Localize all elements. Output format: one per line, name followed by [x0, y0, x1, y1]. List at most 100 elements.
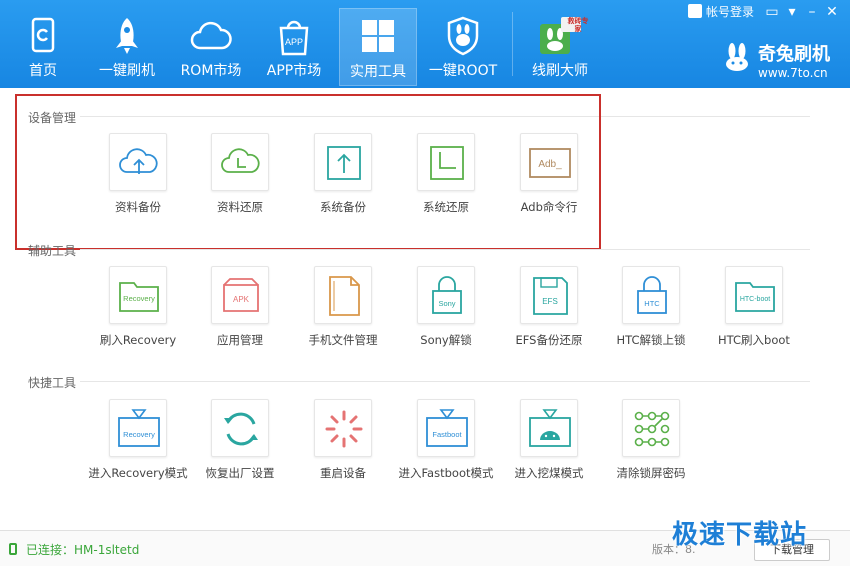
- apk-box-icon: APK: [223, 278, 259, 312]
- account-login-label: 帐号登录: [705, 5, 754, 19]
- nav-home[interactable]: 首页: [4, 8, 82, 86]
- cloud-upload-icon: [119, 148, 158, 174]
- shopping-bag-icon: APP: [279, 20, 309, 56]
- tool-label: 应用管理: [217, 333, 263, 347]
- nav-line-flash-master[interactable]: 救砖专家 线刷大师: [521, 8, 599, 86]
- tool-htc-flash-boot[interactable]: HTC-boot HTC刷入boot: [704, 266, 804, 348]
- tool-efs-backup-restore[interactable]: EFS EFS备份还原: [499, 266, 599, 348]
- adb-icon-text: Adb_: [538, 159, 562, 170]
- feedback-icon[interactable]: ▭: [762, 3, 782, 21]
- nav-home-label: 首页: [29, 63, 57, 79]
- tool-data-restore[interactable]: 资料还原: [190, 133, 290, 215]
- user-icon: [687, 4, 702, 18]
- section-divider: [80, 381, 810, 382]
- tool-factory-reset[interactable]: 恢复出厂设置: [190, 399, 290, 481]
- nav-app-market[interactable]: APP APP市场: [255, 8, 333, 86]
- tool-label: 刷入Recovery: [99, 333, 177, 347]
- efs-icon-text: EFS: [542, 297, 558, 306]
- cloud-icon: [190, 21, 232, 50]
- tool-enter-recovery-mode[interactable]: Recovery 进入Recovery模式: [88, 399, 188, 481]
- watermark: 极速下载站: [672, 520, 808, 550]
- top-header: 首页 一键刷机 ROM市场 APP APP市场 实用工具 一键ROOT 救砖专家…: [0, 0, 850, 88]
- cloud-clock-icon: [221, 148, 260, 173]
- nav-utility-tools[interactable]: 实用工具: [339, 8, 417, 86]
- tool-label: 进入Fastboot模式: [398, 466, 494, 480]
- rocket-icon: [116, 18, 138, 54]
- box-upload-icon: [327, 146, 361, 180]
- tool-label: 系统备份: [320, 200, 366, 214]
- home-icon: [31, 17, 55, 53]
- htc-boot-icon-text: HTC-boot: [740, 296, 770, 303]
- recovery-mode-icon-text: Recovery: [123, 430, 155, 439]
- app-badge-text: APP: [285, 37, 303, 47]
- recovery-mode-icon: Recovery: [118, 409, 160, 447]
- tool-label: HTC解锁上锁: [616, 333, 686, 347]
- tool-phone-file-manager[interactable]: 手机文件管理: [293, 266, 393, 348]
- htc-lock-icon: HTC: [637, 276, 667, 314]
- tool-clear-lock-password[interactable]: 清除锁屏密码: [601, 399, 701, 481]
- tool-label: 手机文件管理: [308, 333, 378, 347]
- brand-url: www.7to.cn: [758, 66, 828, 80]
- nav-rom-market[interactable]: ROM市场: [172, 8, 250, 86]
- tool-htc-lock-unlock[interactable]: HTC HTC解锁上锁: [601, 266, 701, 348]
- close-icon[interactable]: ✕: [822, 3, 842, 21]
- tool-sony-unlock[interactable]: Sony Sony解锁: [396, 266, 496, 348]
- tool-flash-recovery[interactable]: Recovery 刷入Recovery: [88, 266, 188, 348]
- window-topbar: 帐号登录 ▭ ▾ – ✕: [642, 3, 842, 23]
- pattern-lock-icon: [634, 411, 670, 447]
- nav-line-flash-master-label: 线刷大师: [532, 63, 588, 79]
- tool-adb-command[interactable]: Adb_ Adb命令行: [499, 133, 599, 215]
- tool-label: 重启设备: [320, 466, 366, 480]
- tool-label: Adb命令行: [520, 200, 578, 214]
- tool-enter-fastboot-mode[interactable]: Fastboot 进入Fastboot模式: [396, 399, 496, 481]
- nav-rom-market-label: ROM市场: [180, 63, 242, 79]
- android-download-icon: [529, 409, 571, 447]
- tool-label: 资料还原: [217, 200, 263, 214]
- fastboot-mode-icon: Fastboot: [426, 409, 468, 447]
- box-clock-icon: [430, 146, 464, 180]
- sony-lock-icon: Sony: [432, 276, 462, 314]
- refresh-arrows-icon: [224, 412, 258, 446]
- shield-rabbit-icon: [447, 16, 479, 56]
- tool-label: 系统还原: [423, 200, 469, 214]
- loading-spinner-icon: [325, 410, 363, 448]
- recovery-icon-text: Recovery: [123, 294, 155, 303]
- account-login[interactable]: 帐号登录: [687, 3, 754, 20]
- rabbit-logo-icon: [726, 43, 748, 71]
- nav-utility-tools-label: 实用工具: [350, 64, 406, 80]
- adb-terminal-icon: Adb_: [529, 148, 571, 178]
- nav-one-click-root[interactable]: 一键ROOT: [424, 8, 502, 86]
- nav-divider: [512, 12, 513, 76]
- menu-dropdown-icon[interactable]: ▾: [782, 3, 802, 21]
- tool-label: Sony解锁: [420, 333, 472, 347]
- apk-icon-text: APK: [233, 295, 250, 304]
- brand-logo: 奇兔刷机 www.7to.cn: [726, 40, 830, 80]
- tool-label: 进入挖煤模式: [514, 466, 584, 480]
- sony-icon-text: Sony: [438, 299, 455, 308]
- grid-icon: [362, 20, 394, 52]
- tool-reboot-device[interactable]: 重启设备: [293, 399, 393, 481]
- htc-boot-folder-icon: HTC-boot: [735, 282, 775, 312]
- tool-enter-download-mode[interactable]: 进入挖煤模式: [499, 399, 599, 481]
- tool-label: 清除锁屏密码: [616, 466, 686, 480]
- connection-status: 已连接：HM-1sltetd: [26, 543, 140, 557]
- nav-one-click-flash-label: 一键刷机: [99, 63, 155, 79]
- brand-name: 奇兔刷机: [758, 44, 830, 65]
- tool-app-management[interactable]: APK 应用管理: [190, 266, 290, 348]
- section-divider: [80, 249, 810, 250]
- tool-label: 恢复出厂设置: [205, 466, 275, 480]
- tool-system-backup[interactable]: 系统备份: [293, 133, 393, 215]
- section-title-aux-tools: 辅助工具: [28, 244, 77, 258]
- tool-data-backup[interactable]: 资料备份: [88, 133, 188, 215]
- tool-system-restore[interactable]: 系统还原: [396, 133, 496, 215]
- fastboot-icon-text: Fastboot: [432, 430, 462, 439]
- efs-disk-icon: EFS: [533, 277, 568, 315]
- rescue-expert-badge: 救砖专家: [567, 17, 589, 33]
- nav-one-click-flash[interactable]: 一键刷机: [88, 8, 166, 86]
- tool-label: 进入Recovery模式: [88, 466, 188, 480]
- minimize-icon[interactable]: –: [802, 3, 822, 21]
- file-icon: [329, 276, 360, 316]
- recovery-folder-icon: Recovery: [119, 282, 159, 312]
- nav-one-click-root-label: 一键ROOT: [428, 63, 498, 79]
- tool-label: 资料备份: [115, 200, 161, 214]
